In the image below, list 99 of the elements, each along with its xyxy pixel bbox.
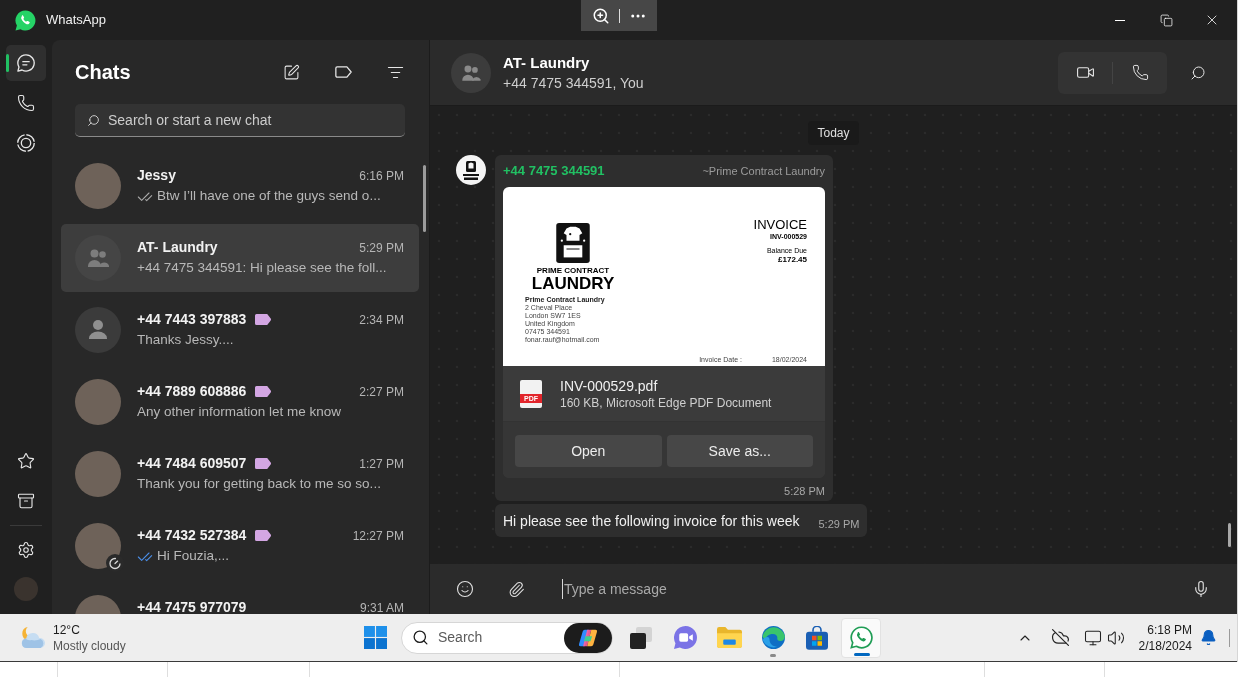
archive-icon: [17, 492, 35, 510]
avatar-placeholder: [75, 451, 121, 497]
clock-time[interactable]: 6:18 PM: [1147, 621, 1192, 638]
person-avatar-icon: [75, 307, 121, 353]
weather-condition: Mostly cloudy: [53, 637, 126, 654]
date-chip: Today: [808, 121, 859, 145]
chat-list-item[interactable]: AT- Laundry 5:29 PM +44 7475 344591: Hi please see the foll...: [61, 224, 419, 292]
minimize-icon: [1115, 19, 1125, 21]
chat-list-item[interactable]: +44 7432 527384 12:27 PM Hi Fouzia,...: [61, 512, 419, 580]
chat-list-item[interactable]: +44 7484 609507 1:27 PM Thank you for getting back to me so so...: [61, 440, 419, 508]
star-icon: [17, 452, 35, 470]
phone-icon: [1131, 64, 1149, 81]
search-icon: [1190, 64, 1206, 81]
shirt-logo-icon: [556, 223, 590, 263]
chat-time: 1:27 PM: [359, 455, 404, 473]
chats-icon: [17, 54, 35, 72]
open-button[interactable]: Open: [515, 435, 662, 467]
scrollbar[interactable]: [1228, 523, 1231, 547]
taskbar-search[interactable]: Search: [401, 621, 613, 654]
browser-icon: [761, 626, 785, 649]
scrollbar[interactable]: [423, 165, 426, 232]
contact-name: AT- Laundry: [137, 238, 218, 257]
avatar-placeholder: [75, 163, 121, 209]
chat-time: 2:27 PM: [359, 383, 404, 401]
sender-name: ~Prime Contract Laundry: [702, 163, 825, 179]
search-icon: [412, 629, 429, 646]
cloud-off-icon[interactable]: [1050, 628, 1070, 647]
balance-amount: £172.45: [778, 255, 807, 264]
company-name: PRIME CONTRACT: [536, 266, 610, 275]
zoom-in-icon[interactable]: [591, 6, 610, 25]
phone-bubble-icon: [849, 626, 873, 649]
chat-list-item[interactable]: +44 7443 397883 2:34 PM Thanks Jessy....: [61, 296, 419, 364]
file-name: INV-000529.pdf: [560, 376, 659, 395]
chat-title: AT- Laundry: [503, 52, 591, 73]
invoice-title: INVOICE: [753, 217, 807, 232]
active-indicator: [854, 652, 870, 656]
windows-logo-icon: [363, 626, 387, 649]
search-input[interactable]: Search or start a new chat: [108, 109, 405, 131]
message-time: 5:29 PM: [818, 517, 860, 531]
task-view-icon: [630, 626, 652, 649]
status-icon: [17, 134, 35, 152]
avatar-placeholder: [75, 379, 121, 425]
message-preview: Btw I’ll have one of the guys send o...: [157, 187, 381, 206]
clock-date[interactable]: 2/18/2024: [1138, 637, 1192, 654]
save-as-button[interactable]: Save as...: [666, 435, 813, 467]
contact-name: +44 7475 977079: [137, 598, 247, 614]
chats-nav-button[interactable]: [6, 45, 46, 81]
paperclip-icon: [507, 580, 525, 598]
settings-icon: [17, 541, 35, 559]
running-indicator: [770, 653, 776, 657]
contact-name: Jessy: [137, 166, 176, 185]
logo-avatar-icon: [456, 155, 486, 185]
chat-time: 6:16 PM: [359, 167, 404, 185]
assistant-button[interactable]: [564, 622, 612, 653]
window-title: WhatsApp: [46, 11, 106, 30]
message-preview: Thank you for getting back to me so so...: [137, 475, 381, 494]
message-time: 5:28 PM: [784, 484, 825, 498]
chat-time: 9:31 AM: [359, 599, 404, 614]
message-preview: Any other information let me know: [137, 403, 342, 422]
panel-title: Chats: [75, 60, 131, 85]
contact-name: +44 7443 397883: [137, 310, 247, 329]
chat-time: 2:34 PM: [359, 311, 404, 329]
message-preview: Hi Fouzia,...: [157, 547, 230, 566]
message-preview: +44 7475 344591: Hi please see the foll...: [137, 259, 387, 278]
chat-subtitle: +44 7475 344591, You: [503, 73, 644, 93]
message-preview: Thanks Jessy....: [137, 331, 234, 350]
contact-name: +44 7889 608886: [137, 382, 247, 401]
restore-icon: [1159, 13, 1173, 27]
notification-bell-icon[interactable]: [1200, 629, 1217, 646]
folder-icon: [716, 627, 742, 648]
contact-name: +44 7432 527384: [137, 526, 247, 545]
new-chat-icon: [282, 63, 300, 81]
chat-list-item[interactable]: +44 7889 608886 2:27 PM Any other information let me know: [61, 368, 419, 436]
tag-icon: [334, 66, 352, 78]
phone-bubble-logo-icon: [15, 9, 36, 31]
phone-icon: [17, 94, 35, 112]
monitor-icon[interactable]: [1083, 628, 1102, 647]
avatar-placeholder: [75, 523, 121, 569]
smiley-icon: [456, 580, 474, 598]
file-details: 160 KB, Microsoft Edge PDF Document: [560, 394, 772, 411]
stacked-logo-icon: [578, 628, 598, 647]
contact-name: +44 7484 609507: [137, 454, 247, 473]
message-text: Hi please see the following invoice for this week: [503, 512, 800, 531]
video-chat-icon: [673, 626, 697, 649]
sender-phone: +44 7475 344591: [503, 162, 605, 181]
chat-list-item[interactable]: Jessy 6:16 PM Btw I’ll have one of the guys send o...: [61, 152, 419, 220]
group-avatar-icon: [75, 235, 121, 281]
selection-indicator: [6, 54, 9, 72]
shopping-bag-icon: [806, 625, 828, 650]
search-field[interactable]: Search or start a new chat: [75, 104, 405, 137]
chat-time: 5:29 PM: [359, 239, 404, 257]
temperature: 12°C: [53, 621, 81, 638]
group-avatar-icon: [451, 52, 491, 93]
speaker-icon[interactable]: [1106, 628, 1125, 647]
composer-bar[interactable]: Type a message: [430, 564, 1237, 614]
chat-time: 12:27 PM: [352, 527, 404, 545]
microphone-icon: [1192, 580, 1210, 598]
company-wordmark: LAUNDRY: [531, 275, 615, 292]
search-icon: [87, 113, 100, 127]
